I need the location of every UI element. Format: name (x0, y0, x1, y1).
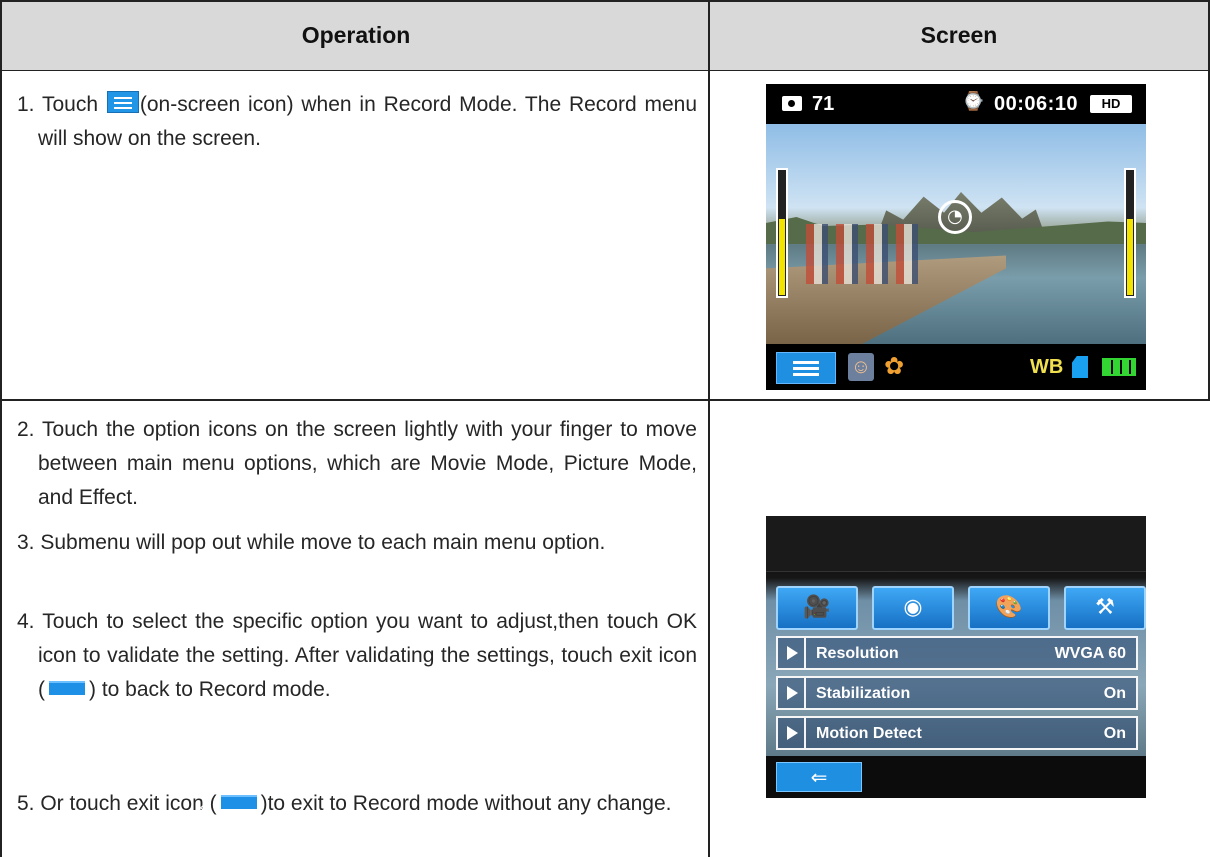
menu-option-stabilization[interactable]: Stabilization On (776, 676, 1138, 710)
exposure-bar (776, 168, 788, 298)
tourists (806, 224, 926, 284)
step-1-prefix: 1. Touch (17, 93, 106, 116)
step-4-text: 4. Touch to select the specific option y… (17, 605, 697, 712)
tools-icon: ⚒ (1095, 595, 1115, 620)
option-value: On (1103, 685, 1126, 702)
menu-top-bar (766, 516, 1146, 572)
instruction-table: Operation Screen 1. Touch (on-screen ico… (0, 0, 1210, 857)
self-timer-icon: ⌚ (962, 91, 985, 112)
record-mode-screen: 71 ⌚ 00:06:10 HD ◔ ☺ ✿ WB (766, 84, 1146, 390)
battery-icon (1102, 358, 1136, 376)
viewfinder-image: ◔ (766, 124, 1146, 344)
status-bar: 71 ⌚ 00:06:10 HD (766, 84, 1146, 124)
menu-bottom-bar: ⇐ (766, 756, 1146, 798)
step-3-text: 3. Submenu will pop out while move to ea… (17, 526, 697, 560)
menu-icon (106, 91, 139, 113)
option-name: Motion Detect (816, 725, 922, 742)
play-arrow-icon (778, 638, 806, 668)
hd-badge: HD (1090, 95, 1132, 113)
tab-picture-mode[interactable]: ◉ (872, 586, 954, 630)
self-timer-overlay-icon: ◔ (938, 200, 972, 234)
step-2-text: 2. Touch the option icons on the screen … (17, 413, 697, 515)
face-detection-icon[interactable]: ☺ (848, 353, 874, 381)
option-value: WVGA 60 (1054, 645, 1126, 662)
column-divider (708, 0, 710, 71)
play-arrow-icon (778, 718, 806, 748)
step-4-suffix: ) to back to Record mode. (89, 678, 331, 701)
step-2: 2. Touch the option icons on the screen … (17, 418, 697, 509)
column-header-screen: Screen (920, 22, 998, 48)
macro-flower-icon[interactable]: ✿ (884, 352, 904, 380)
zoom-bar[interactable] (1124, 168, 1136, 298)
table-header-row: Operation Screen (0, 0, 1210, 71)
menu-button[interactable] (776, 352, 836, 384)
sd-card-icon (1072, 356, 1088, 378)
column-divider (708, 401, 710, 857)
record-time: 00:06:10 (994, 93, 1079, 115)
tab-movie-mode[interactable]: 🎥 (776, 586, 858, 630)
movie-camera-icon: 🎥 (803, 595, 831, 620)
column-header-operation: Operation (301, 22, 411, 48)
menu-option-motion-detect[interactable]: Motion Detect On (776, 716, 1138, 750)
camera-icon: ◉ (903, 595, 923, 620)
table-left-border (0, 71, 2, 857)
option-value: On (1103, 725, 1126, 742)
play-arrow-icon (778, 678, 806, 708)
camera-icon (782, 96, 802, 111)
exit-icon (220, 792, 257, 826)
zoom-level (1127, 219, 1133, 295)
exit-button[interactable]: ⇐ (776, 762, 862, 792)
shots-remaining: 71 (812, 93, 835, 115)
step-5-suffix: )to exit to Record mode without any chan… (260, 792, 672, 815)
tab-setup[interactable]: ⚒ (1064, 586, 1146, 630)
palette-icon: 🎨 (995, 595, 1023, 620)
step-1-text: 1. Touch (on-screen icon) when in Record… (17, 88, 697, 156)
tab-effect[interactable]: 🎨 (968, 586, 1050, 630)
white-balance-label: WB (1030, 356, 1064, 378)
column-divider (708, 71, 710, 401)
row-divider (0, 399, 1210, 401)
option-name: Stabilization (816, 685, 911, 702)
record-menu-screen: 🎥 ◉ 🎨 ⚒ Resolution WVGA 60 Stabilization… (766, 516, 1146, 798)
menu-tabs: 🎥 ◉ 🎨 ⚒ (766, 586, 1146, 630)
exposure-level (779, 219, 785, 295)
step-5-prefix: 5. Or touch exit icon ( (17, 792, 217, 815)
bottom-toolbar: ☺ ✿ WB (766, 344, 1146, 390)
exit-icon (49, 678, 85, 712)
step-5-text: 5. Or touch exit icon ( )to exit to Recor… (17, 787, 697, 826)
option-name: Resolution (816, 645, 899, 662)
menu-option-resolution[interactable]: Resolution WVGA 60 (776, 636, 1138, 670)
step-3: 3. Submenu will pop out while move to ea… (17, 531, 606, 554)
